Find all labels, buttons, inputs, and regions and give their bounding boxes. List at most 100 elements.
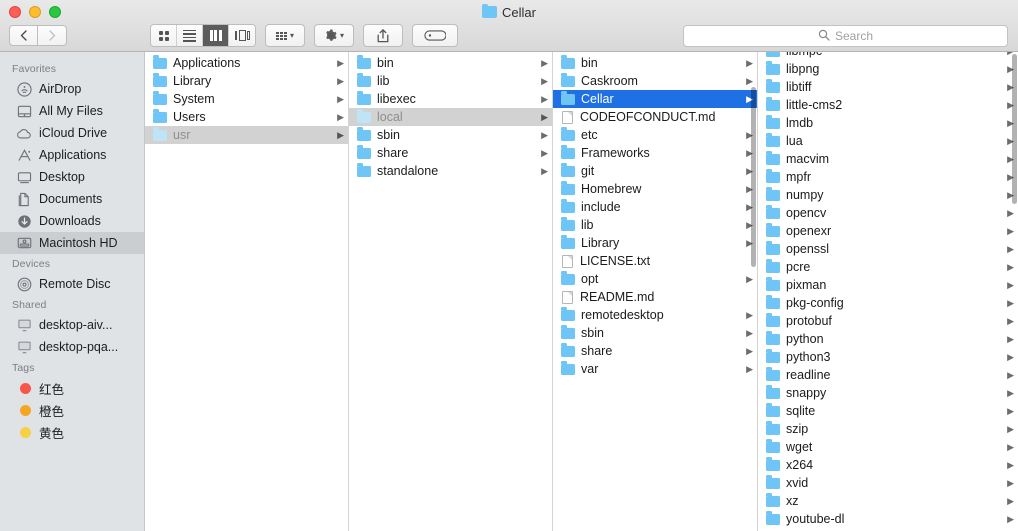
disclosure-arrow-icon[interactable]: ▶: [1007, 226, 1014, 236]
sidebar-item-downloads[interactable]: Downloads: [0, 210, 144, 232]
disclosure-arrow-icon[interactable]: ▶: [746, 310, 753, 320]
view-mode-icon-button[interactable]: [151, 25, 177, 46]
disclosure-arrow-icon[interactable]: ▶: [1007, 442, 1014, 452]
column-row[interactable]: szip ▶: [758, 420, 1018, 438]
column-row[interactable]: youtube-dl ▶: [758, 510, 1018, 528]
sidebar-item-desktop[interactable]: Desktop: [0, 166, 144, 188]
column-row[interactable]: local ▶: [349, 108, 552, 126]
disclosure-arrow-icon[interactable]: ▶: [1007, 388, 1014, 398]
disclosure-arrow-icon[interactable]: ▶: [1007, 334, 1014, 344]
disclosure-arrow-icon[interactable]: ▶: [1007, 280, 1014, 290]
disclosure-arrow-icon[interactable]: ▶: [746, 346, 753, 356]
action-button[interactable]: ▾: [314, 24, 354, 47]
column-row[interactable]: little-cms2 ▶: [758, 96, 1018, 114]
disclosure-arrow-icon[interactable]: ▶: [541, 166, 548, 176]
disclosure-arrow-icon[interactable]: ▶: [746, 328, 753, 338]
disclosure-arrow-icon[interactable]: ▶: [337, 94, 344, 104]
forward-button[interactable]: [38, 25, 67, 46]
sidebar-item-[interactable]: 黄色: [0, 421, 144, 443]
column-row[interactable]: numpy ▶: [758, 186, 1018, 204]
column-row[interactable]: readline ▶: [758, 366, 1018, 384]
column-row[interactable]: libmpc▶: [758, 52, 1018, 60]
disclosure-arrow-icon[interactable]: ▶: [746, 364, 753, 374]
maximize-button[interactable]: [49, 6, 61, 18]
disclosure-arrow-icon[interactable]: ▶: [337, 58, 344, 68]
disclosure-arrow-icon[interactable]: ▶: [746, 76, 753, 86]
column-row[interactable]: sqlite ▶: [758, 402, 1018, 420]
disclosure-arrow-icon[interactable]: ▶: [337, 112, 344, 122]
sidebar-item-airdrop[interactable]: AirDrop: [0, 78, 144, 100]
column-row[interactable]: protobuf ▶: [758, 312, 1018, 330]
column-local[interactable]: bin ▶ Caskroom ▶ Cellar ▶ CODEOFCONDUCT.md etc ▶…: [553, 52, 758, 531]
column-row[interactable]: libpng ▶: [758, 60, 1018, 78]
column-row[interactable]: Library ▶: [145, 72, 348, 90]
column-row[interactable]: CODEOFCONDUCT.md: [553, 108, 757, 126]
column-row[interactable]: python3 ▶: [758, 348, 1018, 366]
disclosure-arrow-icon[interactable]: ▶: [1007, 298, 1014, 308]
disclosure-arrow-icon[interactable]: ▶: [1007, 514, 1014, 524]
disclosure-arrow-icon[interactable]: ▶: [1007, 244, 1014, 254]
column-row[interactable]: macvim ▶: [758, 150, 1018, 168]
column-row[interactable]: etc ▶: [553, 126, 757, 144]
sidebar-item-macintosh-hd[interactable]: Macintosh HD: [0, 232, 144, 254]
column-row[interactable]: README.md: [553, 288, 757, 306]
column-row[interactable]: usr ▶: [145, 126, 348, 144]
minimize-button[interactable]: [29, 6, 41, 18]
column-row[interactable]: share ▶: [349, 144, 552, 162]
disclosure-arrow-icon[interactable]: ▶: [1007, 460, 1014, 470]
search-field[interactable]: Search: [683, 25, 1008, 47]
sidebar-item-[interactable]: 红色: [0, 377, 144, 399]
arrange-button[interactable]: ▾: [265, 24, 305, 47]
column-row[interactable]: libexec ▶: [349, 90, 552, 108]
column-usr[interactable]: bin ▶ lib ▶ libexec ▶ local ▶ sbin ▶ share ▶ standal…: [349, 52, 553, 531]
column-row[interactable]: python ▶: [758, 330, 1018, 348]
column-row[interactable]: pixman ▶: [758, 276, 1018, 294]
disclosure-arrow-icon[interactable]: ▶: [1007, 424, 1014, 434]
column-row[interactable]: Frameworks ▶: [553, 144, 757, 162]
column-row[interactable]: lmdb ▶: [758, 114, 1018, 132]
column-row[interactable]: opencv ▶: [758, 204, 1018, 222]
view-mode-column-button[interactable]: [203, 25, 229, 46]
share-button[interactable]: [363, 24, 403, 47]
disclosure-arrow-icon[interactable]: ▶: [337, 130, 344, 140]
sidebar[interactable]: Favorites AirDrop All My Files iCloud Drive…: [0, 52, 145, 531]
column-row[interactable]: lib ▶: [553, 216, 757, 234]
sidebar-item-desktop-pqa[interactable]: desktop-pqa...: [0, 336, 144, 358]
column-row[interactable]: Caskroom ▶: [553, 72, 757, 90]
disclosure-arrow-icon[interactable]: ▶: [541, 130, 548, 140]
column-row[interactable]: Applications ▶: [145, 54, 348, 72]
column-scrollbar[interactable]: [1012, 54, 1017, 204]
disclosure-arrow-icon[interactable]: ▶: [1007, 262, 1014, 272]
column-cellar[interactable]: libmpc▶libpng▶libtiff▶little-cms2▶lmdb▶l…: [758, 52, 1018, 531]
column-row[interactable]: remotedesktop ▶: [553, 306, 757, 324]
sidebar-item-all-my-files[interactable]: All My Files: [0, 100, 144, 122]
column-row[interactable]: Library ▶: [553, 234, 757, 252]
close-button[interactable]: [9, 6, 21, 18]
disclosure-arrow-icon[interactable]: ▶: [1007, 352, 1014, 362]
column-row[interactable]: snappy ▶: [758, 384, 1018, 402]
sidebar-item-desktop-aiv[interactable]: desktop-aiv...: [0, 314, 144, 336]
column-row[interactable]: xz ▶: [758, 492, 1018, 510]
column-row[interactable]: mpfr ▶: [758, 168, 1018, 186]
sidebar-item-applications[interactable]: Applications: [0, 144, 144, 166]
disclosure-arrow-icon[interactable]: ▶: [1007, 496, 1014, 506]
column-row[interactable]: standalone ▶: [349, 162, 552, 180]
column-row[interactable]: LICENSE.txt: [553, 252, 757, 270]
disclosure-arrow-icon[interactable]: ▶: [541, 148, 548, 158]
sidebar-item-icloud-drive[interactable]: iCloud Drive: [0, 122, 144, 144]
column-row[interactable]: pcre ▶: [758, 258, 1018, 276]
column-row[interactable]: Users ▶: [145, 108, 348, 126]
column-row[interactable]: git ▶: [553, 162, 757, 180]
column-row[interactable]: sbin ▶: [553, 324, 757, 342]
column-row[interactable]: x264 ▶: [758, 456, 1018, 474]
column-row[interactable]: share ▶: [553, 342, 757, 360]
disclosure-arrow-icon[interactable]: ▶: [541, 112, 548, 122]
column-row[interactable]: Homebrew ▶: [553, 180, 757, 198]
disclosure-arrow-icon[interactable]: ▶: [1007, 316, 1014, 326]
disclosure-arrow-icon[interactable]: ▶: [337, 76, 344, 86]
column-row[interactable]: wget ▶: [758, 438, 1018, 456]
column-row[interactable]: sbin ▶: [349, 126, 552, 144]
column-row[interactable]: System ▶: [145, 90, 348, 108]
disclosure-arrow-icon[interactable]: ▶: [746, 274, 753, 284]
disclosure-arrow-icon[interactable]: ▶: [1007, 406, 1014, 416]
